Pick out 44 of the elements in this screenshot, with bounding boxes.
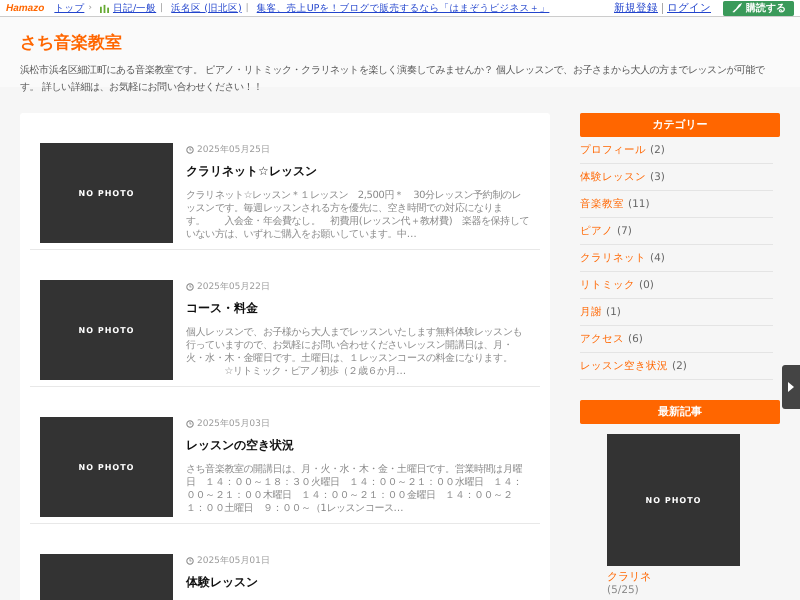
- no-photo-thumbnail[interactable]: NO PHOTO: [40, 143, 173, 243]
- blog-description: 浜松市浜名区細江町にある音楽教室です。 ピアノ・リトミック・クラリネットを楽しく演奏してみませんか？ 個人レッスンで、お子さまから大人の方までレッスンが可能です。 詳しい詳細は、お気軽にお問い合わせください！！: [20, 64, 766, 95]
- post-date: 2025年05月03日: [197, 418, 270, 430]
- no-photo-thumbnail[interactable]: NO PHOTO: [607, 434, 740, 566]
- post-excerpt: クラリネット☆レッスン＊１レッスン 2,500円＊ 30分レッスン予約制のレッスンです。毎週レッスンされる方を優先に、空き時間での対応になります。 入会金・年会費なし。 初費用(レッスン代＋教材費) 楽器を保持していない方は、いずれご購入をお願いしています。中…: [186, 189, 530, 241]
- clock-icon: [186, 556, 194, 564]
- category-count: (3): [650, 171, 665, 183]
- header-link[interactable]: ログイン: [667, 1, 711, 15]
- category-heading: カテゴリー: [580, 113, 780, 137]
- post-title[interactable]: コース・料金: [186, 300, 530, 317]
- header-link[interactable]: 新規登録: [614, 1, 658, 15]
- breadcrumb-link[interactable]: トップ: [54, 2, 84, 14]
- category-count: (7): [617, 225, 632, 237]
- category-count: (2): [650, 144, 665, 156]
- post-date: 2025年05月22日: [197, 280, 270, 293]
- post-date: 2025年05月01日: [197, 554, 270, 567]
- breadcrumb-link[interactable]: 日記/一般: [112, 2, 156, 14]
- separator: |: [160, 3, 164, 13]
- post-excerpt: さち音楽教室の開講日は、月・火・水・木・金・土曜日です。営業時間は月曜日 １４：００～１８：３０火曜日 １４：００～２１：００水曜日 １４：００～２１：００木曜日 １４：００～２１：００金曜日 １４：００～２１：００土曜日 ９：００～（1レッスンコース…: [186, 463, 524, 515]
- clock-icon: [186, 146, 194, 154]
- subscribe-button[interactable]: 購読する: [723, 0, 794, 16]
- post-title[interactable]: レッスンの空き状況: [186, 437, 530, 454]
- clock-icon: [186, 420, 194, 428]
- category-count: (2): [672, 360, 687, 372]
- no-photo-thumbnail[interactable]: NO PHOTO: [40, 417, 173, 517]
- category-count: (4): [650, 252, 665, 264]
- category-count: (1): [606, 306, 621, 318]
- category-count: (0): [639, 279, 654, 291]
- clock-icon: [186, 282, 194, 290]
- post-excerpt: 個人レッスンで、お子様から大人までレッスンいたします無料体験レッスンも行っていますので、お気軽にお問い合わせくださいレッスン開講日は、月・火・水・木・金曜日です。土曜日は、１レッスンコースの料金になります。 ☆リトミック・ピアノ初歩（２歳６か月…: [186, 326, 524, 378]
- separator: ›: [88, 3, 92, 13]
- category-count: (11): [628, 198, 650, 210]
- separator: |: [246, 3, 249, 13]
- category-count: (6): [628, 333, 643, 345]
- breadcrumb-link[interactable]: 浜名区 (旧北区): [171, 2, 242, 14]
- recent-posts-heading: 最新記事: [580, 400, 780, 424]
- expand-arrow-button[interactable]: [782, 365, 800, 409]
- right-arrow-icon: [788, 382, 794, 392]
- post-date: 2025年05月25日: [197, 144, 270, 156]
- post-title[interactable]: クラリネット☆レッスン: [186, 163, 530, 180]
- post-title[interactable]: 体験レッスン: [186, 574, 530, 591]
- breadcrumb-link[interactable]: 集客、売上UPを！ブログで販売するなら「はまぞうビジネス＋」: [256, 2, 550, 14]
- recent-post-date: (5/25): [607, 584, 639, 596]
- no-photo-thumbnail[interactable]: NO PHOTO: [40, 280, 173, 380]
